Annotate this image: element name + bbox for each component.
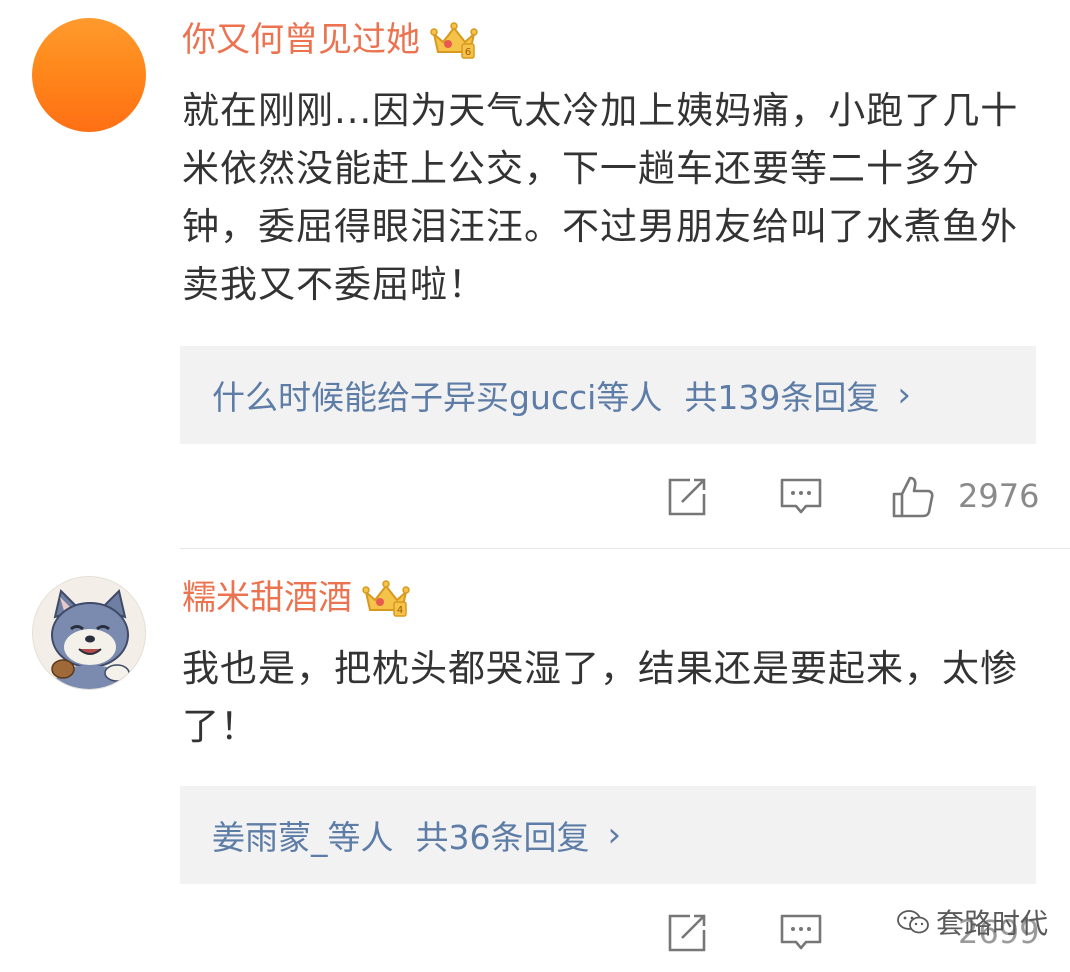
watermark-text: 套路时代 — [936, 907, 1049, 940]
reply-summary[interactable]: 姜雨蒙_等人 共36条回复 › — [180, 786, 1036, 884]
share-icon[interactable] — [664, 910, 710, 956]
watermark: 套路时代 — [896, 902, 1048, 942]
cartoon-cat-avatar-icon — [51, 589, 130, 689]
crown-badge-icon: 4 — [362, 580, 410, 617]
share-icon[interactable] — [664, 474, 710, 520]
like-icon[interactable] — [890, 474, 936, 520]
reply-summary[interactable]: 什么时候能给子异买gucci等人 共139条回复 › — [180, 346, 1036, 444]
divider — [180, 548, 1070, 549]
svg-text:4: 4 — [397, 605, 403, 616]
svg-text:6: 6 — [465, 47, 471, 58]
reply-users[interactable]: 姜雨蒙_等人 — [212, 811, 394, 859]
comment-icon[interactable] — [778, 910, 824, 956]
like-count: 2976 — [958, 477, 1040, 515]
chevron-right-icon: › — [607, 815, 622, 855]
reply-total[interactable]: 共36条回复 — [416, 811, 590, 859]
reply-users[interactable]: 什么时候能给子异买gucci等人 — [212, 371, 662, 419]
action-bar: 2976 — [0, 470, 1070, 530]
username-link[interactable]: 糯米甜酒酒 4 — [182, 576, 410, 620]
wechat-icon — [897, 910, 929, 934]
comment-text: 就在刚刚...因为天气太冷加上姨妈痛，小跑了几十米依然没能赶上公交，下一趟车还要… — [182, 89, 1019, 306]
chevron-right-icon: › — [897, 375, 911, 415]
comment-text: 我也是，把枕头都哭湿了，结果还是要起来，太惨了！ — [182, 647, 1018, 748]
comment-icon[interactable] — [778, 474, 824, 520]
crown-badge-icon: 6 — [430, 22, 478, 59]
username-text: 你又何曾见过她 — [182, 20, 420, 60]
username-text: 糯米甜酒酒 — [182, 578, 352, 618]
avatar[interactable] — [32, 18, 146, 132]
username-link[interactable]: 你又何曾见过她 6 — [182, 18, 478, 62]
reply-total[interactable]: 共139条回复 — [684, 371, 879, 419]
avatar[interactable] — [32, 576, 146, 690]
